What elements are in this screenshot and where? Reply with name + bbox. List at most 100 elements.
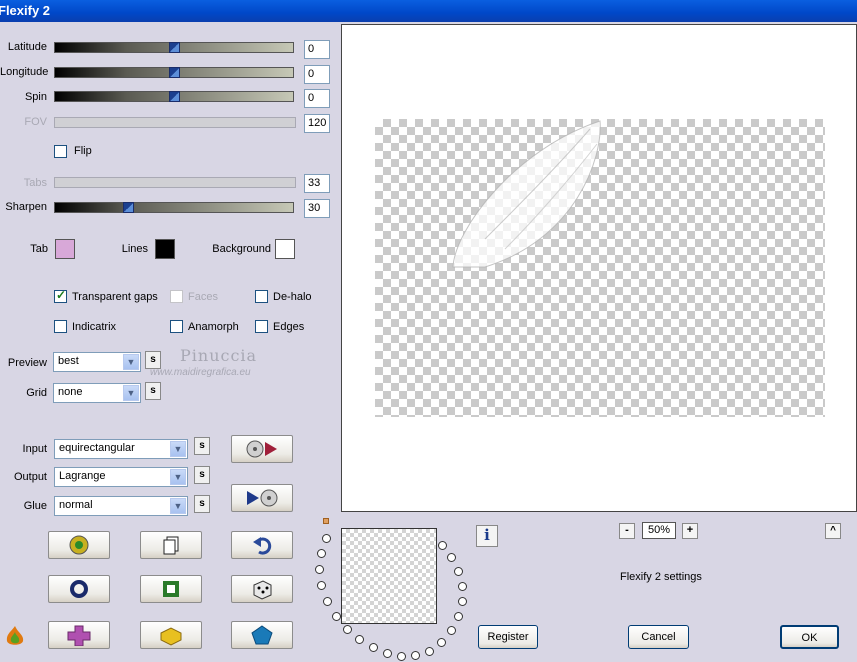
brick-shape-button[interactable] [140, 621, 202, 649]
spin-label: Spin [24, 91, 47, 103]
dial-dot[interactable] [425, 647, 434, 656]
grid-s-button[interactable]: s [145, 382, 161, 400]
copy-button[interactable] [140, 531, 202, 559]
tab-color-label: Tab [30, 243, 48, 255]
status-text: Flexify 2 settings [620, 571, 702, 583]
output-select[interactable]: Lagrange ▼ [54, 467, 188, 487]
dial-dot[interactable] [447, 626, 456, 635]
title-bar: Flexify 2 [0, 0, 857, 22]
flip-checkbox[interactable] [54, 145, 67, 158]
save-preset-button[interactable] [231, 484, 293, 512]
dial-dot[interactable] [411, 651, 420, 660]
longitude-value[interactable]: 0 [304, 65, 330, 84]
dial-dot[interactable] [317, 549, 326, 558]
chevron-down-icon: ▼ [170, 469, 186, 485]
glue-select-value: normal [59, 499, 93, 511]
dial-dot[interactable] [437, 638, 446, 647]
watermark-name: Pinuccia [180, 346, 258, 365]
dial-dot[interactable] [369, 643, 378, 652]
randomize-button[interactable] [48, 531, 110, 559]
cancel-button[interactable]: Cancel [628, 625, 689, 649]
input-select[interactable]: equirectangular ▼ [54, 439, 188, 459]
main-preview[interactable] [341, 24, 857, 512]
dial-dot[interactable] [438, 541, 447, 550]
dial-dot[interactable] [355, 635, 364, 644]
thumbnail-preview[interactable] [341, 528, 437, 624]
dial-dot[interactable] [447, 553, 456, 562]
watermark-url: www.maidiregrafica.eu [150, 367, 251, 378]
latitude-slider[interactable] [54, 42, 294, 53]
copy-icon [163, 536, 179, 555]
background-color-swatch[interactable] [275, 239, 295, 259]
dial-dot[interactable] [322, 534, 331, 543]
sharpen-thumb[interactable] [123, 202, 134, 213]
indicatrix-checkbox[interactable] [54, 320, 67, 333]
fov-slider [54, 117, 296, 128]
cross-shape-button[interactable] [48, 621, 110, 649]
zoom-level: 50% [642, 522, 676, 539]
flip-label: Flip [74, 145, 92, 157]
grid-select[interactable]: none ▼ [53, 383, 141, 403]
flexified-shape-preview [452, 120, 601, 268]
grid-select-value: none [58, 386, 83, 398]
spin-value[interactable]: 0 [304, 89, 330, 108]
info-button[interactable]: i [476, 525, 498, 547]
dial-dot[interactable] [383, 649, 392, 658]
tab-color-swatch[interactable] [55, 239, 75, 259]
fov-label: FOV [24, 116, 47, 128]
dial-dot[interactable] [458, 582, 467, 591]
sharpen-value[interactable]: 30 [304, 199, 330, 218]
flaming-pear-logo-icon [6, 626, 24, 645]
longitude-thumb[interactable] [169, 67, 180, 78]
zoom-out-button[interactable]: - [619, 523, 635, 539]
dial-dot[interactable] [332, 612, 341, 621]
dial-dot[interactable] [323, 597, 332, 606]
load-preset-button[interactable] [231, 435, 293, 463]
register-button[interactable]: Register [478, 625, 538, 649]
tabs-label: Tabs [23, 177, 47, 189]
spin-thumb[interactable] [169, 91, 180, 102]
dice-button[interactable] [231, 575, 293, 603]
input-s-button[interactable]: s [194, 437, 210, 455]
undo-button[interactable] [231, 531, 293, 559]
dial-dot[interactable] [458, 597, 467, 606]
glue-select[interactable]: normal ▼ [54, 496, 188, 516]
scroll-up-button[interactable]: ^ [825, 523, 841, 539]
transparent-gaps-checkbox[interactable] [54, 288, 67, 303]
pentagon-shape-button[interactable] [231, 621, 293, 649]
latitude-value[interactable]: 0 [304, 40, 330, 59]
tabs-slider [54, 177, 296, 188]
undo-icon [253, 537, 272, 555]
output-s-button[interactable]: s [194, 466, 210, 484]
spin-slider[interactable] [54, 91, 294, 102]
output-label: Output [13, 471, 47, 483]
indicatrix-label: Indicatrix [72, 321, 117, 333]
glue-s-button[interactable]: s [194, 495, 210, 513]
longitude-slider[interactable] [54, 67, 294, 78]
sharpen-label: Sharpen [5, 201, 47, 213]
edges-checkbox[interactable] [255, 320, 268, 333]
ok-button[interactable]: OK [780, 625, 839, 649]
de-halo-checkbox[interactable] [255, 290, 268, 303]
dial-dot[interactable] [454, 612, 463, 621]
window-title: Flexify 2 [0, 3, 51, 18]
square-shape-button[interactable] [140, 575, 202, 603]
dial-dot[interactable] [397, 652, 406, 661]
preview-select[interactable]: best ▼ [53, 352, 141, 372]
sharpen-slider[interactable] [54, 202, 294, 213]
transparency-canvas [375, 119, 825, 417]
latitude-thumb[interactable] [169, 42, 180, 53]
dial-dot[interactable] [343, 625, 352, 634]
palette-icon [69, 535, 89, 555]
transparent-gaps-label: Transparent gaps [72, 291, 158, 303]
dial-dot[interactable] [315, 565, 324, 574]
lines-color-swatch[interactable] [155, 239, 175, 259]
zoom-in-button[interactable]: + [682, 523, 698, 539]
anamorph-checkbox[interactable] [170, 320, 183, 333]
chevron-down-icon: ▼ [123, 385, 139, 401]
pentagon-icon [251, 625, 273, 645]
dial-dot[interactable] [317, 581, 326, 590]
circle-shape-button[interactable] [48, 575, 110, 603]
background-color-label: Background [212, 243, 271, 255]
dial-dot[interactable] [454, 567, 463, 576]
